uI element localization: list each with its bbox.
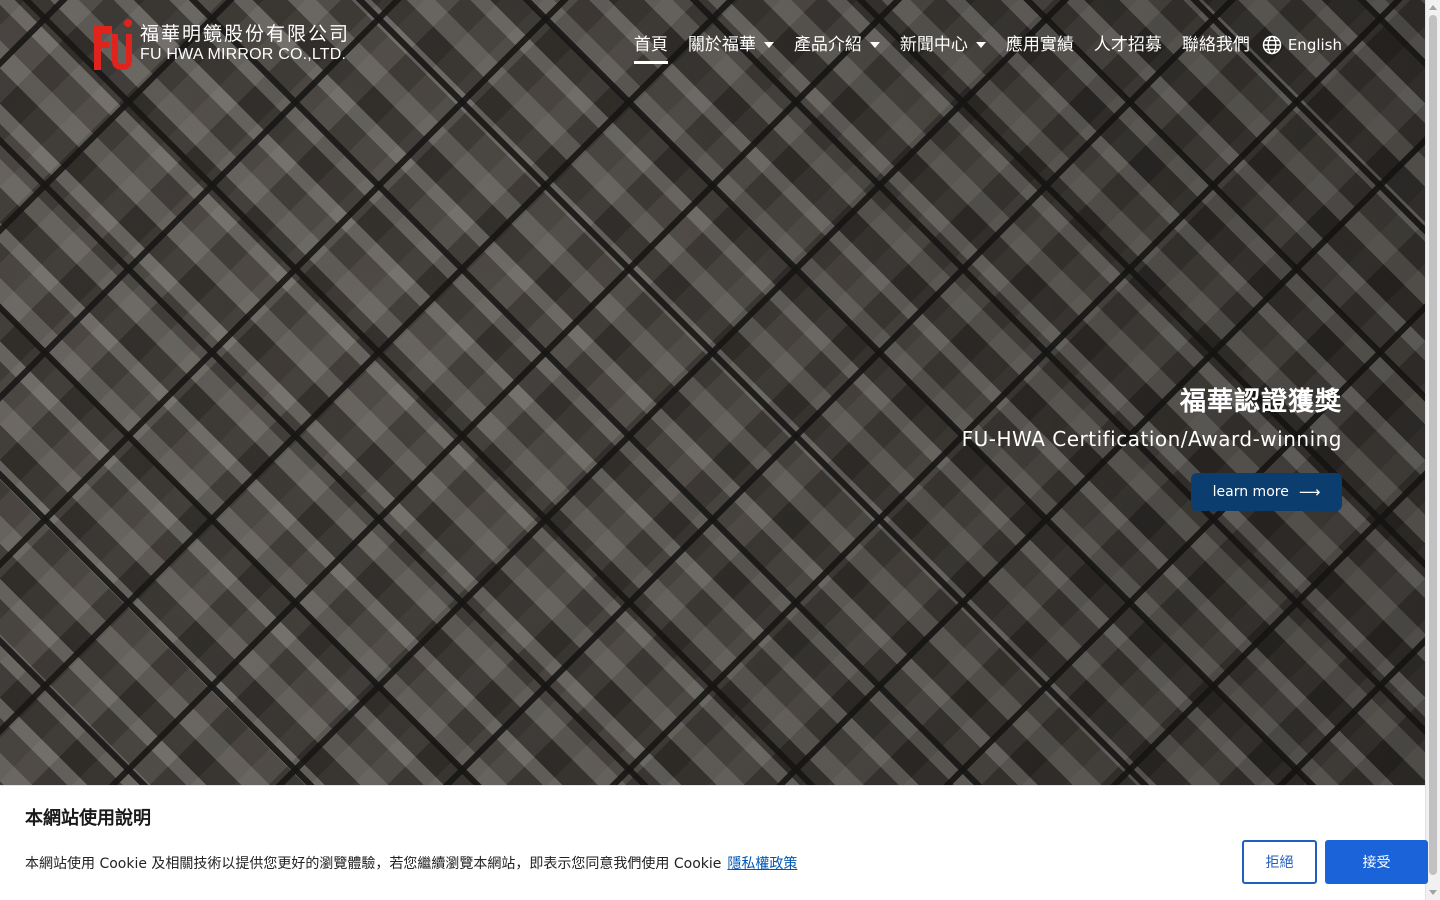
nav-label: 關於福華 — [687, 35, 756, 55]
hero-caption: 福華認證獲獎 FU-HWA Certification/Award-winnin… — [962, 385, 1342, 451]
nav-label: 應用實績 — [1005, 35, 1074, 55]
chevron-down-icon — [763, 42, 774, 48]
nav-label: 聯絡我們 — [1181, 35, 1250, 55]
page-scrollbar[interactable] — [1425, 0, 1440, 900]
logo-name-cn: 福華明鏡股份有限公司 — [140, 23, 351, 45]
nav-label: 產品介紹 — [793, 35, 862, 55]
main-nav: 首頁 關於福華 產品介紹 新聞中心 應用實績 人才招募 聯絡我們 English — [614, 30, 1342, 64]
nav-item-careers[interactable]: 人才招募 — [1094, 30, 1162, 60]
logo-mark-icon — [92, 18, 134, 70]
logo-name-en: FU HWA MIRROR CO.,LTD. — [140, 46, 347, 63]
nav-item-products[interactable]: 產品介紹 — [794, 30, 880, 60]
globe-icon — [1262, 35, 1282, 55]
nav-label: 新聞中心 — [899, 35, 968, 55]
hero-subtitle: FU-HWA Certification/Award-winning — [961, 427, 1342, 451]
learn-more-button[interactable]: learn more ⟶ — [1191, 473, 1342, 511]
scroll-thumb[interactable] — [1429, 15, 1437, 875]
language-switch[interactable]: English — [1262, 35, 1342, 55]
chevron-down-icon — [869, 42, 880, 48]
language-label: English — [1287, 36, 1342, 54]
nav-item-news[interactable]: 新聞中心 — [900, 30, 986, 60]
privacy-policy-link[interactable]: 隱私權政策 — [727, 856, 797, 872]
nav-item-contact[interactable]: 聯絡我們 — [1182, 30, 1250, 60]
site-logo[interactable]: 福華明鏡股份有限公司 FU HWA MIRROR CO.,LTD. — [92, 18, 350, 70]
nav-label: 人才招募 — [1093, 35, 1162, 55]
cookie-banner: 本網站使用說明 本網站使用 Cookie 及相關技術以提供您更好的瀏覽體驗，若您… — [0, 785, 1428, 900]
nav-item-about[interactable]: 關於福華 — [688, 30, 774, 60]
nav-item-home[interactable]: 首頁 — [633, 30, 668, 64]
accept-button[interactable]: 接受 — [1325, 840, 1428, 884]
cookie-message: 本網站使用 Cookie 及相關技術以提供您更好的瀏覽體驗，若您繼續瀏覽本網站，… — [25, 856, 722, 872]
nav-label: 首頁 — [633, 35, 668, 55]
hero-title: 福華認證獲獎 — [1179, 387, 1342, 417]
cookie-text: 本網站使用 Cookie 及相關技術以提供您更好的瀏覽體驗，若您繼續瀏覽本網站，… — [25, 853, 797, 873]
cookie-title: 本網站使用說明 — [25, 808, 151, 829]
nav-item-projects[interactable]: 應用實績 — [1006, 30, 1074, 60]
arrow-right-icon: ⟶ — [1298, 483, 1321, 501]
learn-more-label: learn more — [1212, 484, 1289, 500]
scroll-down-icon[interactable] — [1429, 890, 1437, 895]
decline-button[interactable]: 拒絕 — [1242, 840, 1317, 884]
scroll-up-icon[interactable] — [1429, 5, 1437, 10]
chevron-down-icon — [975, 42, 986, 48]
